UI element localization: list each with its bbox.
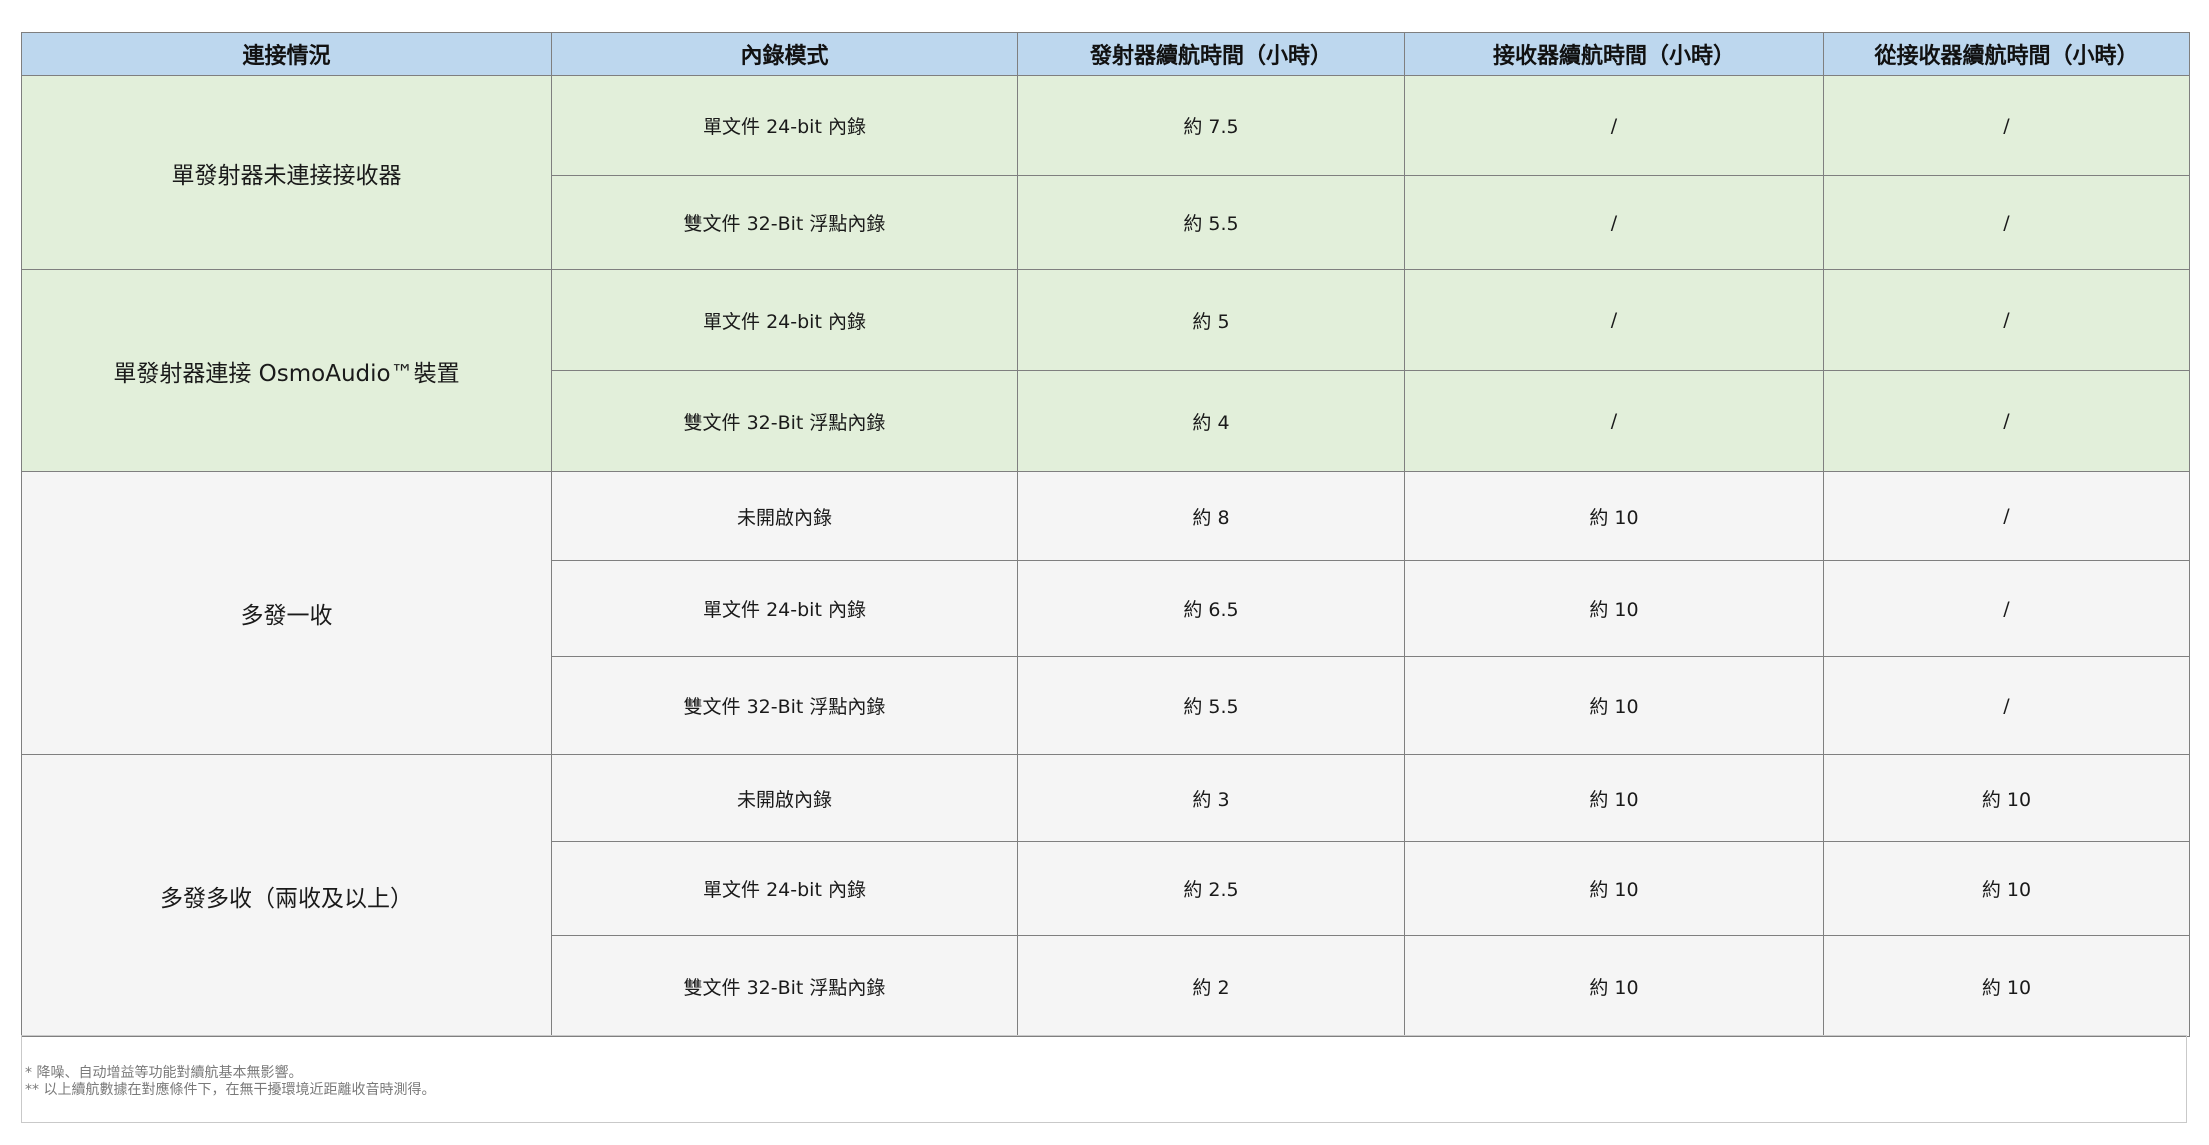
header-secondary-receiver-battery: 從接收器續航時間（小時） <box>1823 32 2190 76</box>
receiver-hours-cell: 約 10 <box>1404 471 1824 561</box>
recording-mode-cell: 雙文件 32-Bit 浮點內錄 <box>551 370 1018 472</box>
secondary-receiver-hours-cell: / <box>1823 75 2190 176</box>
recording-mode-cell: 單文件 24-bit 內錄 <box>551 269 1018 371</box>
footnote-1: * 降噪、自动增益等功能對續航基本無影響。 <box>25 1065 303 1081</box>
receiver-hours-cell: 約 10 <box>1404 560 1824 657</box>
receiver-hours-cell: 約 10 <box>1404 841 1824 936</box>
table-row: 單發射器未連接接收器 單文件 24-bit 內錄 約 7.5 / / <box>21 75 2190 270</box>
header-row: 連接情況 內錄模式 發射器續航時間（小時） 接收器續航時間（小時） 從接收器續航… <box>21 32 2190 76</box>
footnote-2: ** 以上續航數據在對應條件下，在無干擾環境近距離收音時測得。 <box>25 1082 436 1098</box>
recording-mode-cell: 雙文件 32-Bit 浮點內錄 <box>551 935 1018 1037</box>
secondary-receiver-hours-cell: / <box>1823 560 2190 657</box>
transmitter-hours-cell: 約 4 <box>1017 370 1405 472</box>
header-connection: 連接情況 <box>21 32 552 76</box>
transmitter-hours-cell: 約 3 <box>1017 754 1405 842</box>
group-label-multi-tx-one-rx: 多發一收 <box>21 471 552 755</box>
secondary-receiver-hours-cell: / <box>1823 269 2190 371</box>
group-label-single-tx-osmoaudio: 單發射器連接 OsmoAudio™裝置 <box>21 269 552 472</box>
recording-mode-cell: 單文件 24-bit 內錄 <box>551 75 1018 176</box>
table-row: 單發射器連接 OsmoAudio™裝置 單文件 24-bit 內錄 約 5 / … <box>21 269 2190 472</box>
transmitter-hours-cell: 約 5.5 <box>1017 656 1405 755</box>
table-row: 多發多收（兩收及以上） 未開啟內錄 約 3 約 10 約 10 <box>21 754 2190 1037</box>
receiver-hours-cell: / <box>1404 175 1824 270</box>
recording-mode-cell: 雙文件 32-Bit 浮點內錄 <box>551 175 1018 270</box>
transmitter-hours-cell: 約 5 <box>1017 269 1405 371</box>
battery-life-table: 連接情況 內錄模式 發射器續航時間（小時） 接收器續航時間（小時） 從接收器續航… <box>21 32 2190 1037</box>
header-recording-mode: 內錄模式 <box>551 32 1018 76</box>
secondary-receiver-hours-cell: / <box>1823 656 2190 755</box>
footnotes: * 降噪、自动增益等功能對續航基本無影響。 ** 以上續航數據在對應條件下，在無… <box>21 1035 2187 1123</box>
receiver-hours-cell: 約 10 <box>1404 935 1824 1037</box>
secondary-receiver-hours-cell: / <box>1823 370 2190 472</box>
transmitter-hours-cell: 約 2 <box>1017 935 1405 1037</box>
recording-mode-cell: 未開啟內錄 <box>551 754 1018 842</box>
group-label-multi-tx-multi-rx: 多發多收（兩收及以上） <box>21 754 552 1037</box>
secondary-receiver-hours-cell: 約 10 <box>1823 935 2190 1037</box>
group-label-single-tx-no-rx: 單發射器未連接接收器 <box>21 75 552 270</box>
receiver-hours-cell: 約 10 <box>1404 754 1824 842</box>
transmitter-hours-cell: 約 7.5 <box>1017 75 1405 176</box>
receiver-hours-cell: / <box>1404 370 1824 472</box>
secondary-receiver-hours-cell: 約 10 <box>1823 754 2190 842</box>
recording-mode-cell: 單文件 24-bit 內錄 <box>551 841 1018 936</box>
transmitter-hours-cell: 約 5.5 <box>1017 175 1405 270</box>
receiver-hours-cell: / <box>1404 75 1824 176</box>
recording-mode-cell: 單文件 24-bit 內錄 <box>551 560 1018 657</box>
table-row: 多發一收 未開啟內錄 約 8 約 10 / <box>21 471 2190 755</box>
receiver-hours-cell: 約 10 <box>1404 656 1824 755</box>
transmitter-hours-cell: 約 6.5 <box>1017 560 1405 657</box>
header-receiver-battery: 接收器續航時間（小時） <box>1404 32 1824 76</box>
secondary-receiver-hours-cell: 約 10 <box>1823 841 2190 936</box>
secondary-receiver-hours-cell: / <box>1823 175 2190 270</box>
receiver-hours-cell: / <box>1404 269 1824 371</box>
secondary-receiver-hours-cell: / <box>1823 471 2190 561</box>
header-transmitter-battery: 發射器續航時間（小時） <box>1017 32 1405 76</box>
transmitter-hours-cell: 約 8 <box>1017 471 1405 561</box>
recording-mode-cell: 雙文件 32-Bit 浮點內錄 <box>551 656 1018 755</box>
recording-mode-cell: 未開啟內錄 <box>551 471 1018 561</box>
transmitter-hours-cell: 約 2.5 <box>1017 841 1405 936</box>
